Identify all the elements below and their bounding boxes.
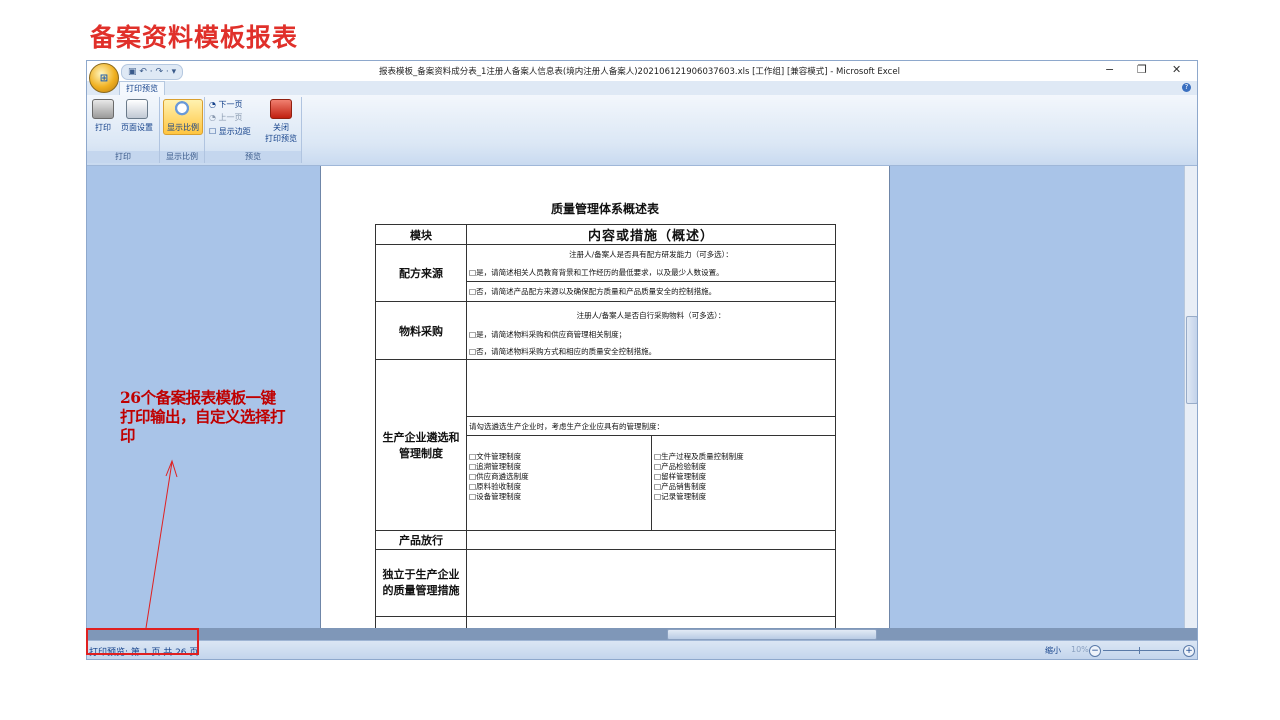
zoom-label: 显示比例 [167, 123, 199, 132]
procurement-line-3: □否，请简述物料采购方式和相应的质量安全控制措施。 [466, 343, 836, 360]
quick-access-icons[interactable]: ▣ ↶ · ↷ · ▾ [128, 67, 176, 77]
help-icon[interactable]: ? [1182, 83, 1191, 92]
tab-print-preview[interactable]: 打印预览 [119, 81, 165, 96]
table-row: 生产企业遴选和管理制度 [375, 359, 836, 531]
zoom-minus-icon[interactable]: − [1089, 645, 1101, 657]
zoom-slider[interactable] [1103, 650, 1179, 651]
next-page-button[interactable]: ◔ 下一页 [209, 99, 243, 110]
printer-icon [92, 99, 114, 119]
page-setup-button[interactable]: 页面设置 [117, 99, 157, 133]
list-item: □追溯管理制度 [469, 462, 522, 471]
close-preview-label-1: 关闭 [273, 123, 289, 132]
zoom-button[interactable]: 显示比例 [163, 99, 203, 135]
table-row: 物料采购 注册人/备案人是否自行采购物料（可多选）： [375, 301, 836, 360]
group-print: 打印 页面设置 打印 [87, 97, 160, 163]
list-item: □设备管理制度 [469, 492, 522, 501]
close-preview-label-2: 打印预览 [265, 134, 297, 143]
title-bar: ⊞ ▣ ↶ · ↷ · ▾ 报表模板_备案资料成分表_1注册人备案人信息表(境内… [87, 61, 1197, 93]
quick-access-toolbar[interactable]: ▣ ↶ · ↷ · ▾ [121, 64, 184, 80]
next-page-label: 下一页 [218, 100, 243, 109]
release-cell [466, 530, 836, 550]
formula-line-3: □否，请简述产品配方来源以及确保配方质量和产品质量安全的控制措施。 [466, 281, 836, 302]
label-procurement: 物料采购 [375, 301, 467, 360]
label-independent: 独立于生产企业的质量管理措施 [375, 549, 467, 617]
zoom-slider-tick [1139, 647, 1140, 654]
list-item: □文件管理制度 [469, 452, 522, 461]
callout-box [86, 628, 199, 655]
page-setup-icon [126, 99, 148, 119]
systems-left-col: □文件管理制度 □追溯管理制度 □供应商遴选制度 □原料验收制度 □设备管理制度 [467, 436, 651, 530]
close-preview-button[interactable]: 关闭 打印预览 [263, 99, 299, 144]
production-systems-cell: □文件管理制度 □追溯管理制度 □供应商遴选制度 □原料验收制度 □设备管理制度… [466, 435, 836, 531]
list-item: □产品销售制度 [654, 482, 707, 491]
procurement-line-2: □是，请简述物料采购和供应商管理相关制度； [466, 325, 836, 343]
label-formula: 配方来源 [375, 244, 467, 302]
group-label-zoom: 显示比例 [160, 151, 204, 163]
window-title: 报表模板_备案资料成分表_1注册人备案人信息表(境内注册人备案人)2021061… [379, 67, 900, 77]
header-content: 内容或措施（概述） [466, 224, 836, 245]
table-row: 产品放行 [375, 530, 836, 550]
show-margins-checkbox[interactable]: ☐ 显示边距 [209, 126, 251, 137]
checkbox-icon: ☐ [209, 127, 217, 136]
list-item: □生产过程及质量控制制度 [654, 452, 744, 461]
group-preview: ◔ 下一页 ◔ 上一页 ☐ 显示边距 关闭 打印预览 预览 [205, 97, 302, 163]
group-zoom: 显示比例 显示比例 [160, 97, 205, 163]
list-item: □留样管理制度 [654, 472, 707, 481]
document-title: 质量管理体系概述表 [550, 202, 659, 216]
zoom-out-label[interactable]: 缩小 [1045, 645, 1061, 656]
horizontal-scroll-thumb[interactable] [667, 629, 877, 640]
preview-page: 质量管理体系概述表 模块 内容或措施（概述） 配方来源 注册人/备案人是否具有配… [320, 166, 890, 628]
horizontal-scrollbar[interactable] [87, 628, 1197, 640]
table-row: 独立于生产企业的质量管理措施 [375, 549, 836, 617]
next-row-cell [466, 616, 836, 628]
print-label: 打印 [95, 123, 111, 132]
ribbon-tabs: 打印预览 ? [87, 81, 1197, 96]
group-label-preview: 预览 [205, 151, 301, 163]
slide-title: 备案资料模板报表 [90, 23, 299, 52]
next-row-label [375, 616, 467, 628]
next-page-icon: ◔ [209, 100, 216, 109]
formula-line-2: □是，请简述相关人员教育背景和工作经历的最低要求，以及最少人数设置。 [466, 263, 836, 283]
ribbon: 打印 页面设置 打印 显示比例 显示比例 ◔ 下一页 ◔ 上一页 ☐ 显示边距 … [87, 95, 1197, 166]
production-prompt: 请勾选遴选生产企业时，考虑生产企业应具有的管理制度： [466, 416, 836, 436]
print-button[interactable]: 打印 [91, 99, 115, 133]
production-blank-cell [466, 359, 836, 417]
zoom-plus-icon[interactable]: + [1183, 645, 1195, 657]
list-item: □供应商遴选制度 [469, 472, 529, 481]
vertical-scroll-thumb[interactable] [1186, 316, 1197, 404]
close-preview-icon [270, 99, 292, 119]
excel-window: ⊞ ▣ ↶ · ↷ · ▾ 报表模板_备案资料成分表_1注册人备案人信息表(境内… [86, 60, 1198, 660]
minimize-button[interactable]: − [1105, 63, 1114, 76]
list-item: □记录管理制度 [654, 492, 707, 501]
list-item: □产品检验制度 [654, 462, 707, 471]
table-header-row: 模块 内容或措施（概述） [375, 224, 836, 245]
procurement-line-1: 注册人/备案人是否自行采购物料（可多选）： [466, 301, 836, 325]
close-window-button[interactable]: ✕ [1172, 63, 1181, 76]
qms-table: 模块 内容或措施（概述） 配方来源 注册人/备案人是否具有配方研发能力（可多选）… [375, 224, 836, 628]
label-production: 生产企业遴选和管理制度 [375, 359, 467, 531]
page-setup-label: 页面设置 [121, 123, 153, 132]
systems-right-col: □生产过程及质量控制制度 □产品检验制度 □留样管理制度 □产品销售制度 □记录… [651, 436, 835, 530]
prev-page-icon: ◔ [209, 113, 216, 122]
magnifier-icon [173, 101, 193, 119]
header-module: 模块 [375, 224, 467, 245]
table-row: 配方来源 注册人/备案人是否具有配方研发能力（可多选）： [375, 244, 836, 302]
table-row [375, 616, 836, 628]
vertical-scrollbar[interactable] [1184, 166, 1197, 628]
prev-page-button[interactable]: ◔ 上一页 [209, 112, 243, 123]
list-item: □原料验收制度 [469, 482, 522, 491]
group-label-print: 打印 [87, 151, 159, 163]
prev-page-label: 上一页 [218, 113, 243, 122]
office-logo-icon: ⊞ [99, 72, 109, 84]
show-margins-label: 显示边距 [218, 127, 251, 136]
independent-cell [466, 549, 836, 617]
formula-line-1: 注册人/备案人是否具有配方研发能力（可多选）： [466, 244, 836, 264]
restore-button[interactable]: ❐ [1137, 63, 1147, 76]
zoom-percent[interactable]: 10% [1071, 645, 1089, 654]
status-bar: 打印预览: 第 1 页 共 26 页 缩小 10% − + [87, 640, 1197, 659]
label-release: 产品放行 [375, 530, 467, 550]
office-button[interactable]: ⊞ [89, 63, 119, 93]
annotation-text: 26个备案报表模板一键打印输出，自定义选择打印 [120, 388, 286, 445]
